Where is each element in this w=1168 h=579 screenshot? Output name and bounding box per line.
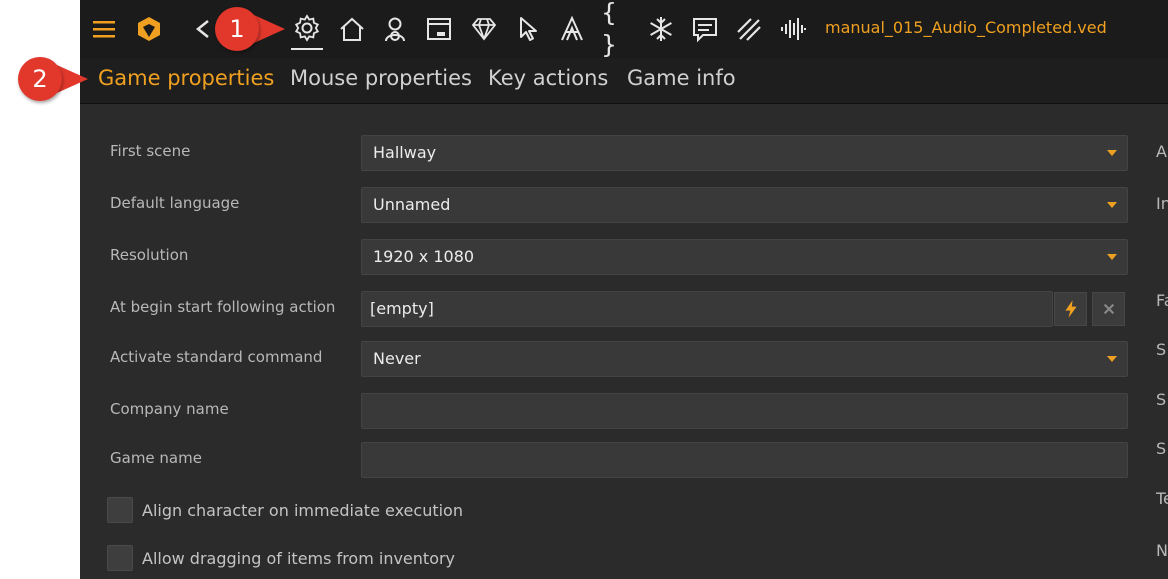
- app-window: { } manual_015_Audio_Completed.ved Game …: [80, 0, 1168, 579]
- close-icon: [1103, 303, 1114, 315]
- braces-glyph: { }: [601, 0, 617, 59]
- right-column-label: A: [1156, 142, 1167, 161]
- default-language-label: Default language: [110, 194, 240, 212]
- properties-panel: First scene Hallway A Default language U…: [80, 104, 1168, 579]
- first-scene-value: Hallway: [373, 143, 437, 162]
- resolution-value: 1920 x 1080: [373, 247, 475, 266]
- first-scene-select[interactable]: Hallway: [361, 135, 1128, 171]
- audio-icon[interactable]: [777, 13, 809, 45]
- lightning-button[interactable]: [1054, 292, 1087, 326]
- right-column-label: Te: [1156, 489, 1168, 508]
- default-language-select[interactable]: Unnamed: [361, 187, 1128, 223]
- chevron-down-icon: [1107, 254, 1117, 260]
- tab-game-info[interactable]: Game info: [627, 66, 736, 90]
- allow-dragging-label: Allow dragging of items from inventory: [142, 549, 456, 568]
- diamond-icon[interactable]: [468, 13, 500, 45]
- tab-game-properties[interactable]: Game properties: [98, 66, 274, 90]
- chevron-down-icon: [1107, 356, 1117, 362]
- default-language-value: Unnamed: [373, 195, 451, 214]
- hatch-icon[interactable]: [733, 13, 765, 45]
- begin-action-label: At begin start following action: [110, 298, 336, 316]
- company-name-input[interactable]: [361, 393, 1128, 429]
- standard-command-label: Activate standard command: [110, 348, 323, 366]
- callout-1: 1: [215, 7, 285, 51]
- begin-action-field[interactable]: [empty]: [361, 291, 1053, 327]
- callout-2: 2: [18, 57, 88, 101]
- chevron-down-icon: [1107, 150, 1117, 156]
- lightning-icon: [1064, 300, 1077, 318]
- callout-number: 1: [215, 7, 259, 51]
- resolution-select[interactable]: 1920 x 1080: [361, 239, 1128, 275]
- file-name: manual_015_Audio_Completed.ved: [825, 18, 1107, 37]
- right-column-label: N: [1156, 541, 1168, 560]
- right-column-label: S: [1156, 390, 1167, 409]
- cursor-icon[interactable]: [512, 13, 544, 45]
- tab-bar: Game properties Mouse properties Key act…: [80, 58, 1168, 104]
- script-icon[interactable]: { }: [601, 0, 633, 59]
- company-name-label: Company name: [110, 400, 229, 418]
- home-icon[interactable]: [336, 13, 368, 45]
- chevron-down-icon: [1107, 202, 1117, 208]
- standard-command-value: Never: [373, 349, 421, 368]
- right-column-label: S: [1156, 340, 1167, 359]
- right-column-label: S: [1156, 439, 1167, 458]
- text-icon[interactable]: [689, 13, 721, 45]
- first-scene-label: First scene: [110, 142, 191, 160]
- snowflake-icon[interactable]: [645, 13, 677, 45]
- menu-icon[interactable]: [88, 13, 120, 45]
- tab-key-actions[interactable]: Key actions: [488, 66, 608, 90]
- game-name-input[interactable]: [361, 442, 1128, 478]
- right-column-label: In: [1156, 194, 1168, 213]
- character-icon[interactable]: [379, 13, 411, 45]
- resolution-label: Resolution: [110, 246, 189, 264]
- allow-dragging-checkbox[interactable]: [107, 545, 133, 571]
- callout-number: 2: [18, 57, 62, 101]
- clear-button[interactable]: [1092, 292, 1125, 326]
- game-name-label: Game name: [110, 449, 202, 467]
- begin-action-value: [empty]: [370, 299, 434, 318]
- align-character-label: Align character on immediate execution: [142, 501, 463, 520]
- right-column-label: Fa: [1156, 291, 1168, 310]
- standard-command-select[interactable]: Never: [361, 341, 1128, 377]
- align-character-checkbox[interactable]: [107, 497, 133, 523]
- tab-mouse-properties[interactable]: Mouse properties: [290, 66, 472, 90]
- font-icon[interactable]: [556, 13, 588, 45]
- settings-icon[interactable]: [291, 12, 323, 50]
- logo-icon[interactable]: [133, 13, 165, 45]
- background-icon[interactable]: [423, 13, 455, 45]
